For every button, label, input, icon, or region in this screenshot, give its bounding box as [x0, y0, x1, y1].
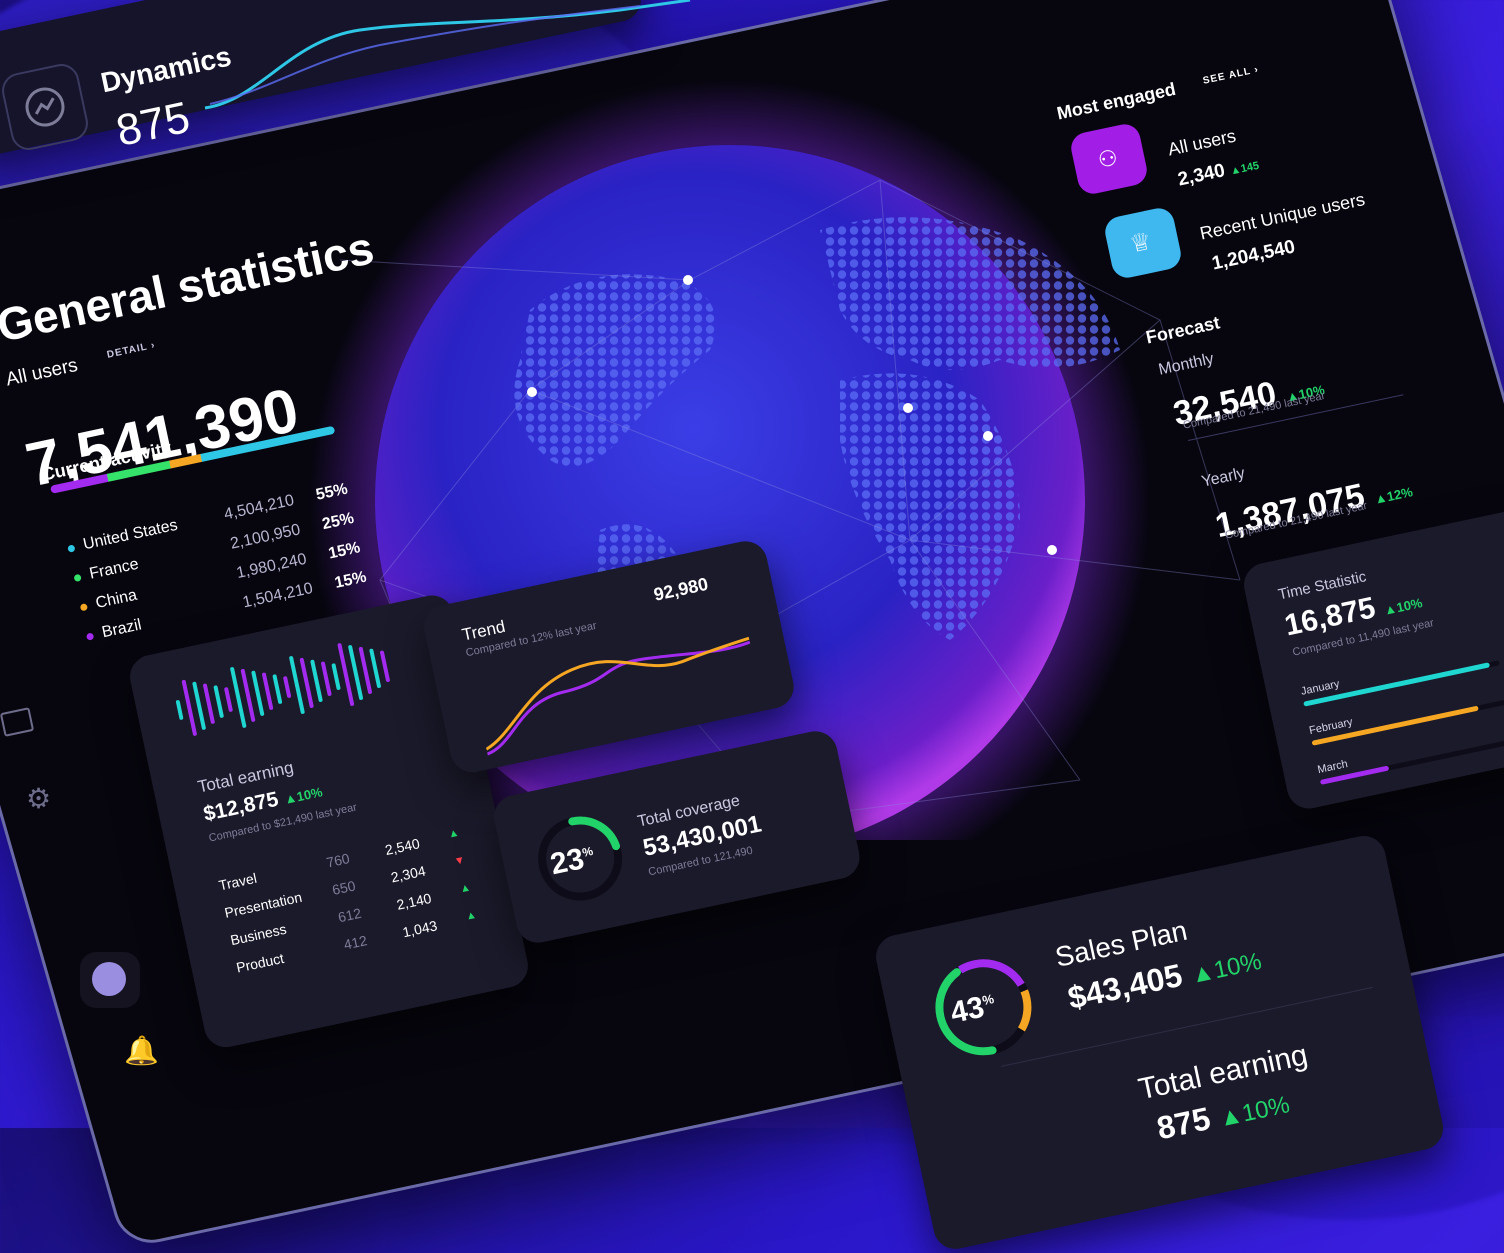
- equalizer-bar: [321, 661, 332, 696]
- avatar[interactable]: [80, 952, 140, 1008]
- sales-earning-change: ▲10%: [1216, 1091, 1293, 1133]
- arrow-up-icon: ▲: [447, 826, 461, 841]
- row-value: 2,540: [383, 835, 422, 859]
- equalizer-bar: [310, 659, 323, 702]
- earning-table: Travel 760 2,540 ▲ Presentation 650 2,304 ▼ Busi…: [217, 824, 495, 988]
- dot-icon: [73, 573, 82, 583]
- bell-icon[interactable]: 🔔: [124, 1034, 159, 1067]
- dot-icon: [79, 603, 89, 612]
- equalizer-bar: [380, 650, 390, 682]
- row-count: 650: [330, 877, 357, 898]
- dynamics-icon-box: [0, 60, 92, 154]
- row-count: 760: [324, 850, 352, 871]
- earning-bars: [175, 643, 390, 736]
- time-change-value: 10%: [1395, 595, 1424, 616]
- equalizer-bar: [251, 670, 265, 716]
- row-count: 412: [342, 932, 369, 953]
- equalizer-bar: [283, 676, 292, 698]
- dot-icon: [85, 632, 95, 641]
- dot-icon: [67, 544, 76, 553]
- time-change: ▲10%: [1382, 595, 1424, 618]
- equalizer-bar: [272, 674, 283, 704]
- equalizer-bar: [262, 672, 274, 710]
- sales-earning-change-value: 10%: [1239, 1091, 1293, 1128]
- equalizer-bar: [369, 648, 381, 688]
- earning-change: ▲10%: [282, 784, 324, 807]
- row-count: 612: [336, 904, 363, 926]
- equalizer-bar: [213, 685, 224, 718]
- engaged-delta: ▲145: [1229, 159, 1261, 178]
- sales-change-value: 10%: [1211, 947, 1265, 985]
- earning-change-value: 10%: [295, 784, 324, 805]
- crown-glyph: ♕: [1127, 227, 1155, 259]
- gear-icon[interactable]: ⚙: [26, 782, 51, 815]
- sales-earning-value: 875: [1153, 1100, 1214, 1147]
- users-glyph: ⚇: [1095, 144, 1121, 174]
- equalizer-bar: [175, 700, 184, 720]
- yearly-change: ▲12%: [1372, 484, 1415, 507]
- equalizer-bar: [331, 663, 341, 690]
- equalizer-bar: [203, 683, 215, 724]
- arrow-down-icon: ▼: [452, 854, 467, 869]
- avatar-face: [92, 962, 126, 996]
- arrow-up-icon: ▲: [464, 908, 478, 923]
- trend-value: 92,980: [651, 573, 710, 605]
- dynamics-sparkline: [204, 0, 691, 110]
- row-name: Travel: [217, 869, 259, 894]
- arrow-up-icon: ▲: [458, 881, 472, 896]
- yearly-change-value: 12%: [1385, 484, 1415, 505]
- engaged-delta-value: 145: [1239, 159, 1261, 176]
- trend-circle-icon: [25, 87, 65, 127]
- equalizer-bar: [224, 687, 233, 712]
- sales-change: ▲10%: [1188, 947, 1265, 990]
- sales-divider: [1001, 986, 1373, 1067]
